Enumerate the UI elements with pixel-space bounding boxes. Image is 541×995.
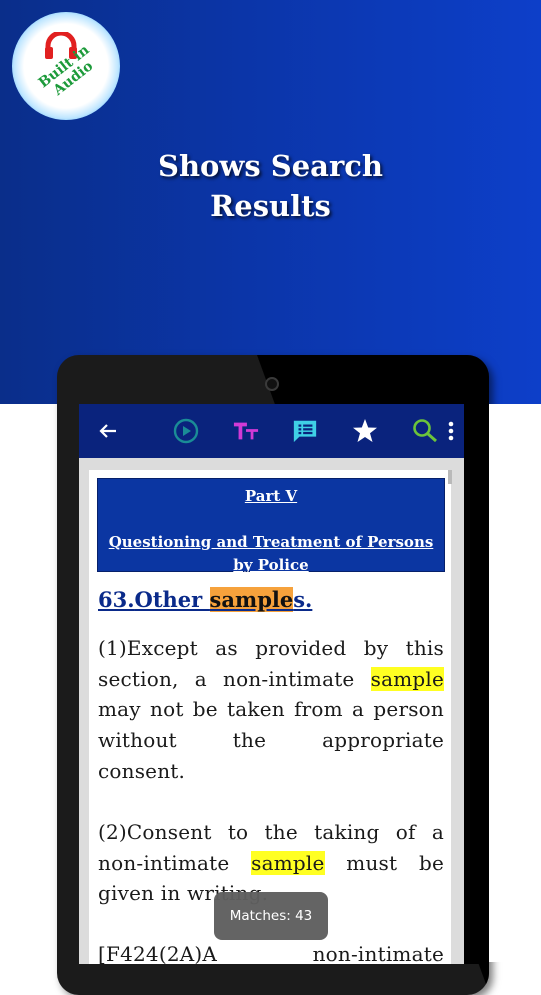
para1-line: consent. xyxy=(98,758,186,783)
document-page[interactable]: Part V Questioning and Treatment of Pers… xyxy=(89,470,451,964)
para3-line: [F424(2A)A non-intimate xyxy=(98,942,444,964)
para1-line: without the appropriate xyxy=(98,728,444,753)
headline-line-1: Shows Search xyxy=(158,149,383,183)
paragraph-1: (1)Except as provided by this section, a… xyxy=(98,633,444,787)
toolbar xyxy=(79,404,464,458)
section-title-text: Other xyxy=(134,587,210,612)
back-arrow-icon[interactable] xyxy=(95,418,121,444)
search-icon[interactable] xyxy=(412,418,438,444)
para2-line: non-intimate sample must be xyxy=(98,848,444,879)
notes-icon[interactable] xyxy=(292,418,318,444)
text: non-intimate xyxy=(98,850,252,875)
headline-line-2: Results xyxy=(210,189,331,223)
para1-line: (1)Except as provided by this xyxy=(98,636,444,660)
built-in-audio-badge: Built in Audio xyxy=(12,12,120,120)
text-size-icon[interactable] xyxy=(233,418,259,444)
part-title: Questioning and Treatment of Persons by … xyxy=(108,533,434,574)
section-title-suffix: s. xyxy=(293,587,313,612)
part-header: Part V Questioning and Treatment of Pers… xyxy=(97,478,445,574)
para1-line: section, a non-intimate sample xyxy=(98,664,444,695)
section-number: 63. xyxy=(98,587,135,612)
scrollbar[interactable] xyxy=(448,470,452,484)
more-vert-icon[interactable] xyxy=(445,418,457,444)
section-title: 63.Other samples. xyxy=(98,587,312,612)
current-match-highlight: sample xyxy=(209,587,294,612)
para2-line: (2)Consent to the taking of a xyxy=(98,820,444,844)
page-edge xyxy=(489,404,541,962)
match-highlight: sample xyxy=(251,850,325,875)
para1-line: may not be taken from a person xyxy=(98,697,444,722)
match-highlight: sample xyxy=(370,666,444,691)
camera-icon xyxy=(265,377,279,391)
text: section, a non-intimate xyxy=(98,666,371,691)
matches-toast: Matches: 43 xyxy=(214,892,328,940)
tablet-bezel-right xyxy=(464,404,489,964)
app-screen: Part V Questioning and Treatment of Pers… xyxy=(79,404,464,964)
part-label: Part V xyxy=(244,487,298,505)
paragraph-3: [F424(2A)A non-intimate xyxy=(98,939,444,964)
play-circle-icon[interactable] xyxy=(173,418,199,444)
text: must be xyxy=(324,850,444,875)
promo-headline: Shows Search Results xyxy=(0,146,541,226)
star-icon[interactable] xyxy=(352,418,378,444)
